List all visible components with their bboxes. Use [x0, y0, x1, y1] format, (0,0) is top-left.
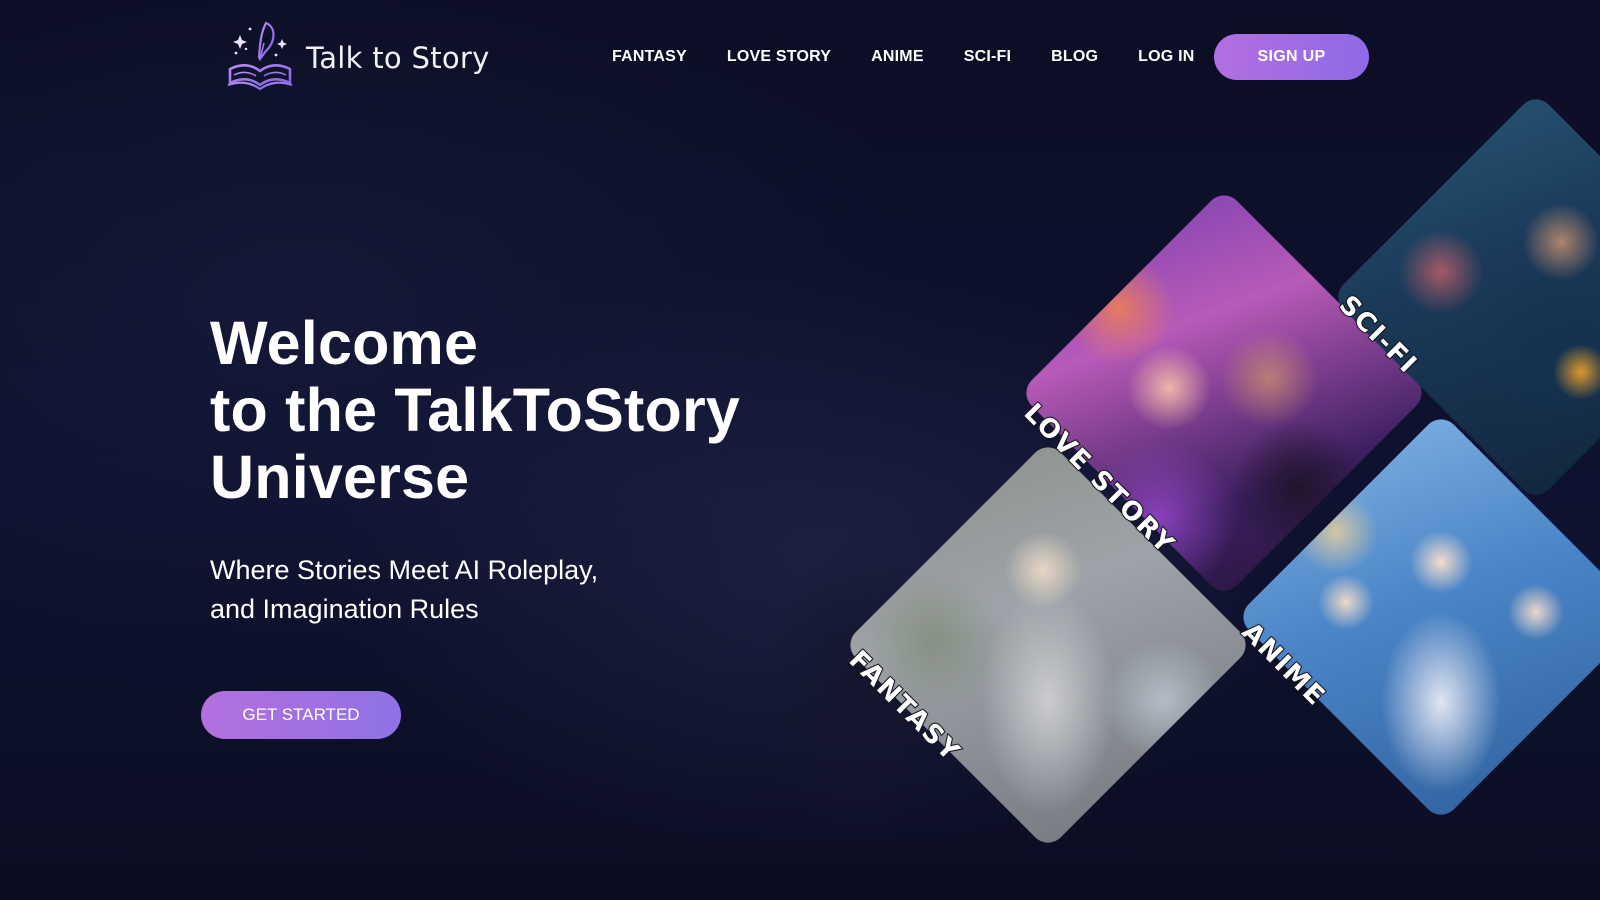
nav-link-fantasy[interactable]: FANTASY	[612, 48, 687, 66]
sign-up-button[interactable]: SIGN UP	[1214, 34, 1369, 80]
landing-page: Talk to Story FANTASY LOVE STORY ANIME S…	[0, 0, 1600, 900]
nav-link-love-story[interactable]: LOVE STORY	[727, 48, 831, 66]
hero-title-line: Welcome	[210, 309, 479, 377]
nav-link-sci-fi[interactable]: SCI-FI	[964, 48, 1011, 66]
main-menu: FANTASY LOVE STORY ANIME SCI-FI BLOG LOG…	[612, 34, 1234, 80]
top-navigation: Talk to Story FANTASY LOVE STORY ANIME S…	[0, 0, 1600, 115]
hero-title: Welcome to the TalkToStory Universe	[210, 310, 740, 511]
nav-link-log-in[interactable]: LOG IN	[1138, 48, 1194, 66]
book-quill-icon	[227, 21, 293, 91]
hero-subtitle-line: and Imagination Rules	[210, 594, 479, 624]
nav-link-blog[interactable]: BLOG	[1051, 48, 1098, 66]
hero-subtitle: Where Stories Meet AI Roleplay, and Imag…	[210, 551, 598, 629]
nav-link-anime[interactable]: ANIME	[871, 48, 924, 66]
hero-title-line: to the TalkToStory	[210, 376, 741, 444]
hero-title-line: Universe	[210, 443, 470, 511]
brand-logo[interactable]: Talk to Story	[226, 18, 490, 92]
hero-subtitle-line: Where Stories Meet AI Roleplay,	[210, 555, 599, 585]
brand-name: Talk to Story	[306, 41, 490, 75]
get-started-button[interactable]: GET STARTED	[201, 691, 401, 739]
